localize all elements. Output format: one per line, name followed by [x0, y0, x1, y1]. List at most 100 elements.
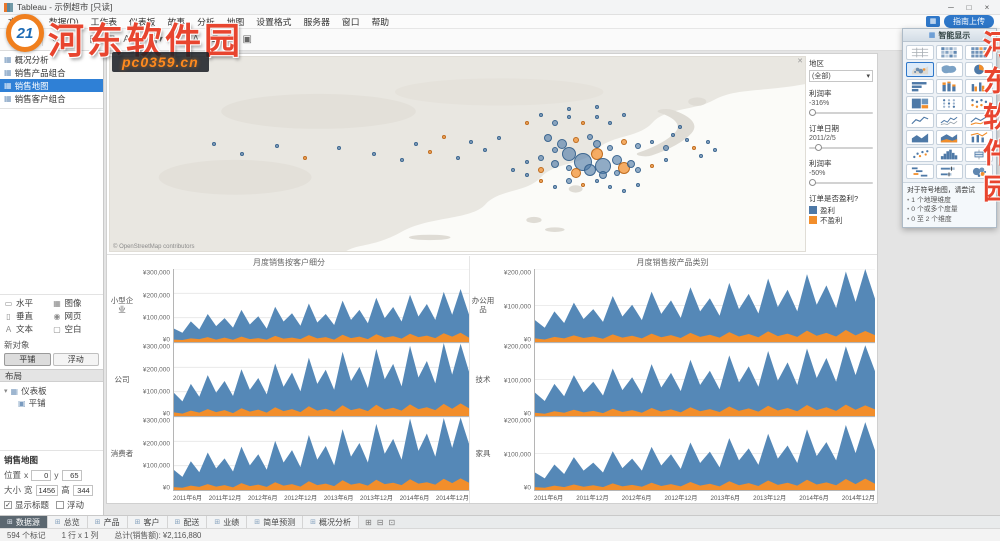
scatter-plot-icon[interactable] [906, 147, 934, 162]
object-item[interactable]: ▢ 空白 [53, 323, 100, 335]
map-mark[interactable] [511, 167, 516, 172]
bullet-graph-icon[interactable] [935, 164, 964, 179]
order-date-slider[interactable] [809, 143, 873, 152]
symbol-map-icon[interactable] [906, 62, 934, 77]
map-mark[interactable] [608, 120, 613, 125]
map-mark[interactable] [580, 183, 585, 188]
width-input[interactable]: 1456 [35, 484, 59, 496]
sheet-tab[interactable]: ⊞ 产品 [87, 516, 128, 528]
maximize-button[interactable]: □ [960, 0, 978, 15]
object-item[interactable]: ▦ 图像 [53, 297, 100, 309]
object-item[interactable]: ▯ 垂直 [4, 310, 51, 322]
object-item[interactable]: ◉ 网页 [53, 310, 100, 322]
sheet-list-item[interactable]: ▦ 销售地图 [0, 79, 103, 92]
map-mark[interactable] [621, 139, 628, 146]
region-filter-dropdown[interactable]: (全部) ▾ [809, 70, 873, 82]
map-mark[interactable] [670, 132, 675, 137]
area-chart[interactable] [534, 343, 875, 417]
map-mark[interactable] [608, 184, 613, 189]
map-mark[interactable] [586, 133, 593, 140]
tiled-button[interactable]: 平铺 [4, 353, 51, 366]
profit-ratio-slider[interactable] [809, 108, 873, 117]
map-mark[interactable] [698, 153, 703, 158]
map-mark[interactable] [550, 159, 559, 168]
map-mark[interactable] [274, 144, 279, 149]
menu-item[interactable]: 服务器 [297, 15, 335, 29]
map-mark[interactable] [566, 107, 571, 112]
map-mark[interactable] [599, 171, 608, 180]
new-dashboard-tab-icon[interactable]: ⊟ [377, 518, 384, 527]
map-mark[interactable] [636, 183, 641, 188]
map-mark[interactable] [565, 178, 572, 185]
sheet-tab[interactable]: ⊞ 业绩 [207, 516, 248, 528]
map-mark[interactable] [537, 166, 544, 173]
map-mark[interactable] [592, 140, 601, 149]
legend-item[interactable]: 不盈利 [809, 215, 873, 225]
object-item[interactable]: A 文本 [4, 323, 51, 335]
new-worksheet-tab-icon[interactable]: ⊞ [365, 518, 372, 527]
object-item[interactable]: ▭ 水平 [4, 297, 51, 309]
slider-handle[interactable] [809, 109, 816, 116]
map-mark[interactable] [525, 173, 529, 178]
guide-upload-button[interactable]: 指南上传 [944, 15, 994, 28]
map-mark[interactable] [594, 179, 599, 184]
legend-item[interactable]: 盈利 [809, 205, 873, 215]
map-mark[interactable] [525, 120, 529, 125]
map-mark[interactable] [551, 147, 558, 154]
sheet-tab[interactable]: ⊞ 客户 [127, 516, 168, 528]
floating-button[interactable]: 浮动 [52, 353, 99, 366]
menu-item[interactable]: 窗口 [336, 15, 366, 29]
symbol-map[interactable]: © OpenStreetMap contributors ✕ [109, 56, 806, 252]
map-mark[interactable] [552, 184, 557, 189]
text-table-icon[interactable] [906, 45, 934, 60]
map-mark[interactable] [538, 113, 543, 118]
menu-item[interactable]: 设置格式 [250, 15, 297, 29]
map-mark[interactable] [705, 140, 710, 145]
sheet-tab[interactable]: ⊞ 简单预测 [247, 516, 304, 528]
map-mark[interactable] [650, 163, 655, 168]
map-mark[interactable] [663, 145, 669, 152]
sheet-tab[interactable]: ⊞ 概况分析 [303, 516, 359, 528]
horizontal-bar-icon[interactable] [906, 79, 934, 94]
map-mark[interactable] [427, 150, 432, 155]
map-mark[interactable] [565, 164, 572, 171]
map-mark[interactable] [635, 166, 642, 173]
map-mark[interactable] [570, 168, 581, 179]
discrete-area-icon[interactable] [935, 130, 964, 145]
map-mark[interactable] [572, 137, 579, 144]
sheet-list-item[interactable]: ▦ 销售产品组合 [0, 66, 103, 79]
map-mark[interactable] [664, 157, 668, 162]
tableau-cloud-icon[interactable]: ▦ [926, 16, 940, 27]
area-chart[interactable] [173, 269, 470, 343]
map-mark[interactable] [538, 179, 543, 184]
fit-dropdown[interactable]: ▣ [243, 34, 252, 45]
map-mark[interactable] [543, 134, 552, 143]
map-mark[interactable] [413, 142, 418, 147]
map-mark[interactable] [635, 143, 642, 150]
map-mark[interactable] [677, 124, 682, 129]
sheet-list-item[interactable]: ▦ 销售客户组合 [0, 92, 103, 105]
sheet-tab[interactable]: ⊞ 总览 [47, 516, 88, 528]
map-close-icon[interactable]: ✕ [797, 57, 803, 65]
stacked-bar-icon[interactable] [935, 79, 964, 94]
treemap-icon[interactable] [906, 96, 934, 111]
minimize-button[interactable]: ─ [942, 0, 960, 15]
floating-checkbox[interactable]: 浮动 [56, 499, 84, 511]
map-mark[interactable] [691, 146, 696, 151]
area-chart[interactable] [534, 269, 875, 343]
map-mark[interactable] [240, 152, 245, 156]
layout-tree-tiled[interactable]: ▣ 平铺 [4, 397, 99, 409]
map-mark[interactable] [594, 105, 599, 110]
map-mark[interactable] [212, 142, 217, 147]
slider-handle[interactable] [815, 144, 822, 151]
show-title-checkbox[interactable]: ✓ 显示标题 [4, 499, 49, 511]
heat-map-icon[interactable] [935, 45, 964, 60]
map-mark[interactable] [483, 148, 488, 153]
continuous-line-icon[interactable] [906, 113, 934, 128]
map-mark[interactable] [684, 138, 689, 143]
area-chart[interactable] [534, 417, 875, 491]
profit-ratio-slider-2[interactable] [809, 178, 873, 187]
slider-handle[interactable] [809, 179, 816, 186]
map-mark[interactable] [556, 139, 567, 150]
new-story-tab-icon[interactable]: ⊡ [388, 518, 395, 527]
